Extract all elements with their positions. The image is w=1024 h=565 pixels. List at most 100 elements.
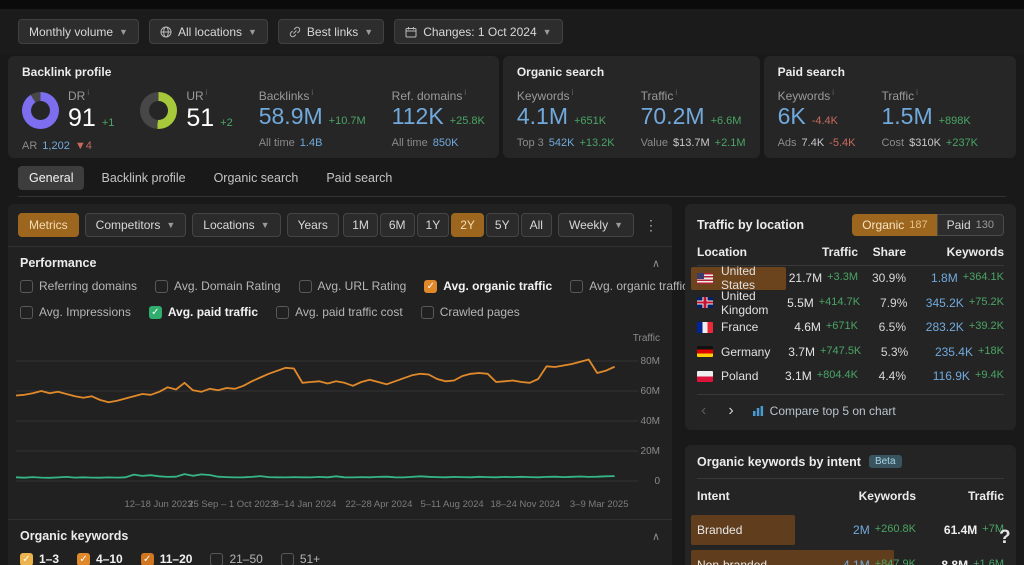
monthly-volume-label: Monthly volume <box>29 24 114 39</box>
range-all-button[interactable]: All <box>520 213 552 237</box>
line-chart: 0 20M 40M 60M 80M Traffic <box>16 333 660 487</box>
checkbox-referring-domains[interactable]: Referring domains <box>20 279 137 293</box>
paid-traffic-delta: +898K <box>938 115 971 127</box>
x-tick: 22–28 Apr 2024 <box>345 499 413 510</box>
changes-date-dropdown[interactable]: Changes: 1 Oct 2024 ▼ <box>394 19 563 44</box>
ads-label: Ads <box>777 137 797 149</box>
checkbox-avg-organic-traffic[interactable]: Avg. organic traffic <box>424 279 552 293</box>
keywords-by-intent-title: Organic keywords by intent <box>697 454 861 469</box>
tab-paid-search[interactable]: Paid search <box>315 166 403 190</box>
checkbox-avg-url-rating[interactable]: Avg. URL Rating <box>298 279 406 293</box>
best-links-label: Best links <box>306 24 359 39</box>
ads-delta: -5.4K <box>829 137 856 149</box>
paid-toggle-button[interactable]: Paid 130 <box>936 214 1004 236</box>
tab-backlink-profile[interactable]: Backlink profile <box>90 166 196 190</box>
dr-metric: DR 91 +1 AR 1,202 ▼4 <box>22 88 114 152</box>
checkbox-rank-4-10[interactable]: 4–10 <box>77 552 123 565</box>
organic-toggle-button[interactable]: Organic 187 <box>852 214 937 236</box>
traffic-delta: +3.3M <box>827 271 858 284</box>
checkbox-avg-impressions[interactable]: Avg. Impressions <box>20 305 131 319</box>
performance-panel: Metrics Competitors ▼ Locations ▼ Years … <box>8 204 835 565</box>
checkbox-avg-paid-traffic-cost[interactable]: Avg. paid traffic cost <box>276 305 403 319</box>
tab-general[interactable]: General <box>18 166 85 190</box>
x-tick: 18–24 Nov 2024 <box>490 499 561 510</box>
tab-organic-search[interactable]: Organic search <box>203 166 310 190</box>
organic-keywords-delta: +651K <box>573 115 607 127</box>
table-row[interactable]: Poland 3.1M +804.4K 4.4% 116.9K +9.4K <box>697 364 1004 389</box>
keywords-value[interactable]: 4.1M <box>843 558 870 565</box>
range-6m-button[interactable]: 6M <box>379 213 415 237</box>
best-links-dropdown[interactable]: Best links ▼ <box>277 19 385 44</box>
compare-top5-link[interactable]: Compare top 5 on chart <box>752 404 896 418</box>
more-options-icon[interactable]: ⋮ <box>640 217 662 234</box>
paid-traffic-value[interactable]: 1.5M <box>881 103 932 130</box>
help-button[interactable]: ? <box>999 527 1011 549</box>
top3-value[interactable]: 542K <box>549 137 575 149</box>
table-row[interactable]: France 4.6M +671K 6.5% 283.2K +39.2K <box>697 315 1004 340</box>
keywords-value[interactable]: 2M <box>853 523 870 537</box>
ar-value: 1,202 <box>42 140 70 152</box>
collapse-chevron-icon[interactable]: ∧ <box>652 530 660 543</box>
granularity-dropdown[interactable]: Weekly ▼ <box>557 213 634 237</box>
svg-text:Traffic: Traffic <box>633 333 660 344</box>
checkbox-rank-21-50[interactable]: 21–50 <box>210 552 263 565</box>
checkbox-rank-1-3[interactable]: 1–3 <box>20 552 59 565</box>
top3-label: Top 3 <box>516 137 544 149</box>
keywords-value[interactable]: 283.2K <box>926 320 964 334</box>
compare-top5-label: Compare top 5 on chart <box>769 403 896 418</box>
time-range-group: 1M 6M 1Y 2Y 5Y All <box>343 213 552 237</box>
keywords-value[interactable]: 345.2K <box>926 296 964 310</box>
checkbox-rank-11-20[interactable]: 11–20 <box>140 552 192 565</box>
france-flag-icon <box>697 321 713 333</box>
monthly-volume-dropdown[interactable]: Monthly volume ▼ <box>18 19 139 44</box>
dr-donut-chart <box>22 92 59 129</box>
ref-domains-alltime-value[interactable]: 850K <box>433 137 459 149</box>
checkbox-crawled-pages[interactable]: Crawled pages <box>420 305 520 319</box>
table-row[interactable]: United States 21.7M +3.3M 30.9% 1.8M +364.… <box>691 264 1004 292</box>
paid-keywords-value[interactable]: 6K <box>778 103 806 130</box>
keywords-value[interactable]: 1.8M <box>931 271 958 285</box>
range-1m-button[interactable]: 1M <box>343 213 378 237</box>
performance-chart[interactable]: 0 20M 40M 60M 80M Traffic 12–18 Jun 2023 25 S… <box>16 329 664 515</box>
backlinks-alltime-value[interactable]: 1.4B <box>300 137 323 149</box>
table-row[interactable]: Germany 3.7M +747.5K 5.3% 235.4K +18K <box>697 340 1004 365</box>
previous-page-icon[interactable]: ‹ <box>697 402 710 420</box>
checkbox-avg-paid-traffic[interactable]: Avg. paid traffic <box>148 305 258 319</box>
link-icon <box>289 26 301 38</box>
next-page-icon[interactable]: › <box>724 402 737 420</box>
share-value: 5.3% <box>880 344 909 359</box>
locations-filter-dropdown[interactable]: Locations ▼ <box>192 213 281 237</box>
backlinks-value[interactable]: 58.9M <box>259 103 323 130</box>
location-table-footer: ‹ › Compare top 5 on chart <box>697 393 1004 422</box>
checkbox-icon <box>298 279 312 293</box>
organic-keywords-value[interactable]: 4.1M <box>517 103 568 130</box>
ar-delta: ▼4 <box>74 140 92 152</box>
dr-label: DR <box>68 88 114 103</box>
us-flag-icon <box>697 272 713 284</box>
metrics-button[interactable]: Metrics <box>18 213 79 237</box>
paid-traffic-label: Traffic <box>881 88 978 103</box>
organic-traffic-value[interactable]: 70.2M <box>641 103 705 130</box>
location-table-header: Location Traffic Share Keywords <box>697 236 1004 266</box>
table-row[interactable]: Branded 2M +260.8K 61.4M +7M <box>691 514 1004 545</box>
competitors-dropdown[interactable]: Competitors ▼ <box>84 213 187 237</box>
keywords-value[interactable]: 116.9K <box>933 369 970 383</box>
range-1y-button[interactable]: 1Y <box>416 213 450 237</box>
locations-dropdown[interactable]: All locations ▼ <box>148 19 268 44</box>
traffic-value: 3.7M <box>788 344 815 359</box>
range-5y-button[interactable]: 5Y <box>485 213 519 237</box>
table-row[interactable]: United Kingdom 5.5M +414.7K 7.9% 345.2K +7… <box>697 289 1004 317</box>
chart-filter-bar: Metrics Competitors ▼ Locations ▼ Years … <box>8 204 672 247</box>
years-button[interactable]: Years <box>286 213 339 237</box>
table-row[interactable]: Non-branded 4.1M +847.9K 8.8M +1.6M <box>691 549 1004 565</box>
keywords-value[interactable]: 235.4K <box>935 345 973 359</box>
range-2y-button[interactable]: 2Y <box>451 213 484 237</box>
checkbox-rank-51plus[interactable]: 51+ <box>280 552 320 565</box>
header-traffic: Traffic <box>967 488 1004 503</box>
checkbox-avg-domain-rating[interactable]: Avg. Domain Rating <box>155 279 281 293</box>
ref-domains-value[interactable]: 112K <box>392 103 444 130</box>
collapse-chevron-icon[interactable]: ∧ <box>652 257 660 270</box>
ref-domains-label: Ref. domains <box>392 88 485 103</box>
changes-date-label: Changes: 1 Oct 2024 <box>423 24 537 39</box>
traffic-value: 3.1M <box>785 369 812 384</box>
